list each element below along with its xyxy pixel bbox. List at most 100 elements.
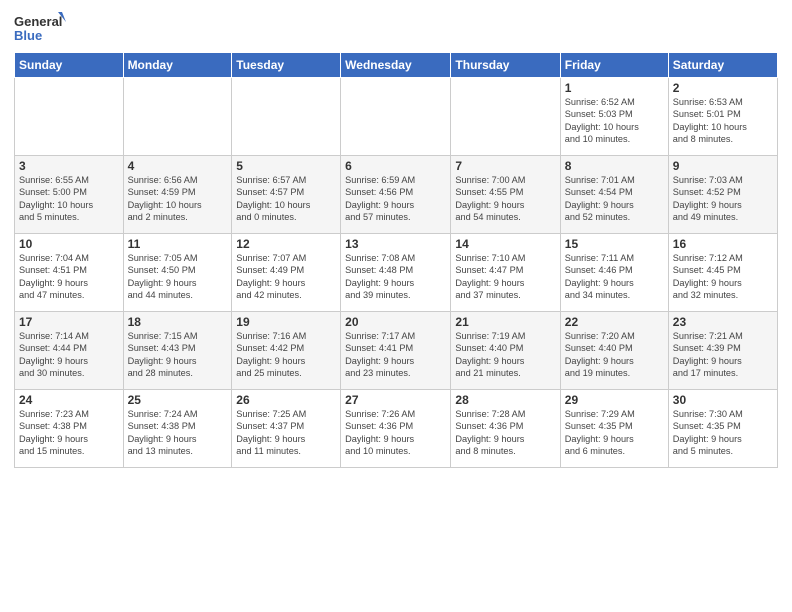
day-number: 18 [128, 315, 228, 329]
day-info: Sunrise: 6:57 AM Sunset: 4:57 PM Dayligh… [236, 174, 336, 224]
day-cell-9: 9Sunrise: 7:03 AM Sunset: 4:52 PM Daylig… [668, 156, 777, 234]
day-cell-21: 21Sunrise: 7:19 AM Sunset: 4:40 PM Dayli… [451, 312, 560, 390]
day-info: Sunrise: 6:55 AM Sunset: 5:00 PM Dayligh… [19, 174, 119, 224]
week-row-4: 17Sunrise: 7:14 AM Sunset: 4:44 PM Dayli… [15, 312, 778, 390]
day-info: Sunrise: 7:25 AM Sunset: 4:37 PM Dayligh… [236, 408, 336, 458]
day-cell-24: 24Sunrise: 7:23 AM Sunset: 4:38 PM Dayli… [15, 390, 124, 468]
weekday-header-monday: Monday [123, 53, 232, 78]
weekday-header-thursday: Thursday [451, 53, 560, 78]
day-info: Sunrise: 7:08 AM Sunset: 4:48 PM Dayligh… [345, 252, 446, 302]
day-number: 26 [236, 393, 336, 407]
day-number: 6 [345, 159, 446, 173]
day-number: 15 [565, 237, 664, 251]
day-number: 22 [565, 315, 664, 329]
day-cell-12: 12Sunrise: 7:07 AM Sunset: 4:49 PM Dayli… [232, 234, 341, 312]
page: General Blue SundayMondayTuesdayWednesda… [0, 0, 792, 612]
day-cell-6: 6Sunrise: 6:59 AM Sunset: 4:56 PM Daylig… [341, 156, 451, 234]
day-cell-16: 16Sunrise: 7:12 AM Sunset: 4:45 PM Dayli… [668, 234, 777, 312]
weekday-header-tuesday: Tuesday [232, 53, 341, 78]
day-info: Sunrise: 6:52 AM Sunset: 5:03 PM Dayligh… [565, 96, 664, 146]
day-number: 1 [565, 81, 664, 95]
day-cell-13: 13Sunrise: 7:08 AM Sunset: 4:48 PM Dayli… [341, 234, 451, 312]
day-info: Sunrise: 7:11 AM Sunset: 4:46 PM Dayligh… [565, 252, 664, 302]
day-cell-1: 1Sunrise: 6:52 AM Sunset: 5:03 PM Daylig… [560, 78, 668, 156]
day-info: Sunrise: 7:20 AM Sunset: 4:40 PM Dayligh… [565, 330, 664, 380]
day-number: 24 [19, 393, 119, 407]
day-number: 4 [128, 159, 228, 173]
week-row-2: 3Sunrise: 6:55 AM Sunset: 5:00 PM Daylig… [15, 156, 778, 234]
day-info: Sunrise: 6:59 AM Sunset: 4:56 PM Dayligh… [345, 174, 446, 224]
day-info: Sunrise: 7:05 AM Sunset: 4:50 PM Dayligh… [128, 252, 228, 302]
day-cell-empty [15, 78, 124, 156]
day-cell-4: 4Sunrise: 6:56 AM Sunset: 4:59 PM Daylig… [123, 156, 232, 234]
weekday-header-friday: Friday [560, 53, 668, 78]
day-number: 19 [236, 315, 336, 329]
day-number: 11 [128, 237, 228, 251]
day-number: 25 [128, 393, 228, 407]
day-info: Sunrise: 7:26 AM Sunset: 4:36 PM Dayligh… [345, 408, 446, 458]
day-info: Sunrise: 7:07 AM Sunset: 4:49 PM Dayligh… [236, 252, 336, 302]
day-info: Sunrise: 7:10 AM Sunset: 4:47 PM Dayligh… [455, 252, 555, 302]
logo: General Blue [14, 10, 66, 46]
day-info: Sunrise: 7:28 AM Sunset: 4:36 PM Dayligh… [455, 408, 555, 458]
day-info: Sunrise: 7:14 AM Sunset: 4:44 PM Dayligh… [19, 330, 119, 380]
week-row-5: 24Sunrise: 7:23 AM Sunset: 4:38 PM Dayli… [15, 390, 778, 468]
day-cell-23: 23Sunrise: 7:21 AM Sunset: 4:39 PM Dayli… [668, 312, 777, 390]
day-number: 27 [345, 393, 446, 407]
weekday-header-sunday: Sunday [15, 53, 124, 78]
day-info: Sunrise: 6:56 AM Sunset: 4:59 PM Dayligh… [128, 174, 228, 224]
day-cell-10: 10Sunrise: 7:04 AM Sunset: 4:51 PM Dayli… [15, 234, 124, 312]
day-number: 17 [19, 315, 119, 329]
day-info: Sunrise: 7:21 AM Sunset: 4:39 PM Dayligh… [673, 330, 773, 380]
day-number: 21 [455, 315, 555, 329]
svg-text:Blue: Blue [14, 28, 42, 43]
day-number: 9 [673, 159, 773, 173]
day-number: 3 [19, 159, 119, 173]
day-cell-27: 27Sunrise: 7:26 AM Sunset: 4:36 PM Dayli… [341, 390, 451, 468]
day-number: 7 [455, 159, 555, 173]
day-cell-25: 25Sunrise: 7:24 AM Sunset: 4:38 PM Dayli… [123, 390, 232, 468]
day-info: Sunrise: 7:16 AM Sunset: 4:42 PM Dayligh… [236, 330, 336, 380]
day-number: 30 [673, 393, 773, 407]
day-cell-19: 19Sunrise: 7:16 AM Sunset: 4:42 PM Dayli… [232, 312, 341, 390]
weekday-header-saturday: Saturday [668, 53, 777, 78]
day-cell-3: 3Sunrise: 6:55 AM Sunset: 5:00 PM Daylig… [15, 156, 124, 234]
day-info: Sunrise: 7:15 AM Sunset: 4:43 PM Dayligh… [128, 330, 228, 380]
day-cell-20: 20Sunrise: 7:17 AM Sunset: 4:41 PM Dayli… [341, 312, 451, 390]
day-cell-8: 8Sunrise: 7:01 AM Sunset: 4:54 PM Daylig… [560, 156, 668, 234]
day-info: Sunrise: 7:24 AM Sunset: 4:38 PM Dayligh… [128, 408, 228, 458]
day-number: 13 [345, 237, 446, 251]
day-number: 5 [236, 159, 336, 173]
day-cell-28: 28Sunrise: 7:28 AM Sunset: 4:36 PM Dayli… [451, 390, 560, 468]
day-info: Sunrise: 7:19 AM Sunset: 4:40 PM Dayligh… [455, 330, 555, 380]
day-number: 8 [565, 159, 664, 173]
day-cell-5: 5Sunrise: 6:57 AM Sunset: 4:57 PM Daylig… [232, 156, 341, 234]
day-info: Sunrise: 7:29 AM Sunset: 4:35 PM Dayligh… [565, 408, 664, 458]
day-cell-11: 11Sunrise: 7:05 AM Sunset: 4:50 PM Dayli… [123, 234, 232, 312]
day-cell-2: 2Sunrise: 6:53 AM Sunset: 5:01 PM Daylig… [668, 78, 777, 156]
day-cell-29: 29Sunrise: 7:29 AM Sunset: 4:35 PM Dayli… [560, 390, 668, 468]
day-info: Sunrise: 7:01 AM Sunset: 4:54 PM Dayligh… [565, 174, 664, 224]
day-info: Sunrise: 7:17 AM Sunset: 4:41 PM Dayligh… [345, 330, 446, 380]
day-cell-empty [341, 78, 451, 156]
day-cell-26: 26Sunrise: 7:25 AM Sunset: 4:37 PM Dayli… [232, 390, 341, 468]
day-info: Sunrise: 6:53 AM Sunset: 5:01 PM Dayligh… [673, 96, 773, 146]
day-number: 14 [455, 237, 555, 251]
day-cell-empty [451, 78, 560, 156]
day-cell-30: 30Sunrise: 7:30 AM Sunset: 4:35 PM Dayli… [668, 390, 777, 468]
svg-text:General: General [14, 14, 62, 29]
day-cell-15: 15Sunrise: 7:11 AM Sunset: 4:46 PM Dayli… [560, 234, 668, 312]
day-info: Sunrise: 7:30 AM Sunset: 4:35 PM Dayligh… [673, 408, 773, 458]
day-number: 29 [565, 393, 664, 407]
weekday-header-wednesday: Wednesday [341, 53, 451, 78]
day-number: 23 [673, 315, 773, 329]
day-number: 10 [19, 237, 119, 251]
day-info: Sunrise: 7:00 AM Sunset: 4:55 PM Dayligh… [455, 174, 555, 224]
header: General Blue [14, 10, 778, 46]
logo-svg: General Blue [14, 10, 66, 46]
day-cell-17: 17Sunrise: 7:14 AM Sunset: 4:44 PM Dayli… [15, 312, 124, 390]
week-row-3: 10Sunrise: 7:04 AM Sunset: 4:51 PM Dayli… [15, 234, 778, 312]
day-cell-14: 14Sunrise: 7:10 AM Sunset: 4:47 PM Dayli… [451, 234, 560, 312]
day-number: 2 [673, 81, 773, 95]
day-info: Sunrise: 7:03 AM Sunset: 4:52 PM Dayligh… [673, 174, 773, 224]
